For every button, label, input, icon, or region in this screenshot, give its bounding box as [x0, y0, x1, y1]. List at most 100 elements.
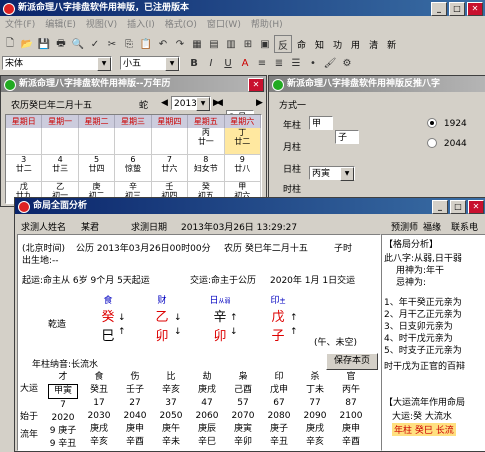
calendar-day-cell[interactable] [115, 128, 152, 155]
spellcheck-icon[interactable]: ✓ [87, 36, 103, 52]
liunian-cell: 庚午 [161, 424, 180, 434]
dayun-gz[interactable]: 辛亥 [156, 384, 186, 397]
year-1924-option[interactable]: 1924 [427, 118, 467, 129]
month-pillar-select[interactable]: 丙寅 ▼ [309, 166, 355, 181]
calendar-day-cell[interactable] [78, 128, 116, 155]
save-page-button[interactable]: 保存本页 [326, 353, 378, 370]
calendar-day-cell[interactable]: 5 廿四 [78, 155, 116, 182]
redo-icon[interactable]: ↷ [172, 36, 188, 52]
calendar-close-button[interactable]: ✕ [248, 78, 264, 92]
italic-button[interactable]: I [203, 55, 219, 71]
calendar-day-cell[interactable] [151, 128, 189, 155]
calendar-day-cell[interactable]: 8 妇女节 [188, 155, 225, 182]
tools-icon[interactable]: ⚙ [339, 55, 355, 71]
radio-1924[interactable] [427, 118, 437, 128]
toolbar-zhi[interactable]: 知 [311, 38, 328, 51]
dayun-gz[interactable]: 丙午 [336, 384, 366, 397]
menu-window[interactable]: 窗口(W) [202, 18, 246, 32]
bold-button[interactable]: B [186, 55, 202, 71]
radio-2044[interactable] [427, 138, 437, 148]
menu-format[interactable]: 格式(O) [160, 18, 202, 32]
dayun-gz[interactable]: 壬子 [120, 384, 150, 397]
prev-year-button[interactable]: ◀ [161, 98, 168, 108]
dayun-liunian-sub: 大运:癸 大流水 [392, 412, 452, 422]
chart-icon[interactable]: ▥ [223, 36, 239, 52]
analysis-close-button[interactable]: ✕ [468, 200, 484, 214]
next-month-button[interactable]: ▶ [256, 98, 263, 108]
dayun-gz[interactable]: 己酉 [228, 384, 258, 397]
align-right-icon[interactable]: ☰ [288, 55, 304, 71]
menu-file[interactable]: 文件(F) [0, 18, 40, 32]
paste-icon[interactable]: 📋 [138, 36, 154, 52]
calendar-day-cell[interactable]: 4 廿三 [42, 155, 79, 182]
dayun-gz[interactable]: 庚戌 [192, 384, 222, 397]
save-icon[interactable]: 💾 [36, 36, 52, 52]
dayun-gz[interactable]: 戊申 [264, 384, 294, 397]
main-title-bar[interactable]: 新派命理八字排盘软件用神版，已注册版本 _ □ ✕ [0, 0, 485, 16]
calendar-day-cell[interactable]: 3 廿二 [6, 155, 43, 182]
reverse-title-bar[interactable]: 新派命理八字排盘软件用神版反推八字 [269, 76, 485, 92]
calendar-day-cell[interactable]: 丙廿一 [188, 128, 225, 155]
calendar-icon[interactable]: ▤ [206, 36, 222, 52]
table-icon[interactable]: ▦ [189, 36, 205, 52]
calendar-day-cell[interactable] [42, 128, 79, 155]
year-select[interactable]: 2013 ▼ [171, 96, 211, 111]
prev-month-button[interactable]: ◀ [216, 98, 223, 108]
toolbar-ming[interactable]: 命 [293, 38, 310, 51]
tab-forecaster[interactable]: 预测师 [391, 220, 418, 233]
lunar-date: 农历 癸巳年二月十五 [224, 244, 308, 254]
dayun-age: 37 [165, 398, 177, 408]
toolbar-qing[interactable]: 清 [365, 38, 382, 51]
year-stem-select[interactable]: 甲 [309, 116, 333, 130]
dayun-year: 2070 [231, 411, 255, 421]
calendar-day-cell[interactable]: 9 廿八 [224, 155, 261, 182]
analysis-title-bar[interactable]: 命局全面分析 _ □ ✕ [15, 198, 485, 214]
reverse-icon[interactable]: 反 [274, 35, 292, 53]
analysis-maximize-button[interactable]: □ [450, 200, 466, 214]
print-preview-icon[interactable]: 🔍 [70, 36, 86, 52]
menu-edit[interactable]: 编辑(E) [40, 18, 81, 32]
underline-button[interactable]: U [220, 55, 236, 71]
tab-contact[interactable]: 联系电 [451, 220, 478, 233]
calendar-day-text: 廿六 [161, 164, 178, 173]
undo-icon[interactable]: ↶ [155, 36, 171, 52]
open-folder-icon[interactable]: 📂 [19, 36, 35, 52]
align-left-icon[interactable]: ≡ [254, 55, 270, 71]
tab-fuyuan[interactable]: 福缘 [423, 220, 441, 233]
menu-help[interactable]: 帮助(H) [246, 18, 288, 32]
calendar-day-cell[interactable]: 6 惊蛰 [115, 155, 152, 182]
year-branch-select[interactable]: 子 [335, 130, 359, 144]
window-icon[interactable]: ▣ [257, 36, 273, 52]
toolbar-xin[interactable]: 新 [383, 38, 400, 51]
calendar-day-cell[interactable]: 丁廿二 [224, 128, 261, 155]
menu-view[interactable]: 视图(V) [81, 18, 122, 32]
toolbar-yong[interactable]: 用 [347, 38, 364, 51]
align-center-icon[interactable]: ≣ [271, 55, 287, 71]
cut-icon[interactable]: ✂ [104, 36, 120, 52]
liunian-cell: 庚辰 [197, 424, 216, 434]
calendar-body: 丙廿一丁廿二 3 廿二 4 廿三 5 廿四 6 惊蛰 7 廿六 8 妇女节 9 廿八戊廿九乙初一庚初二辛初三… [6, 128, 261, 203]
menu-insert[interactable]: 插入(I) [122, 18, 160, 32]
grid-icon[interactable]: ⊞ [240, 36, 256, 52]
dayun-gz[interactable]: 甲寅 [48, 384, 78, 399]
print-icon[interactable]: 🖶 [53, 36, 69, 52]
calendar-day-cell[interactable]: 7 廿六 [151, 155, 189, 182]
new-file-icon[interactable]: 🗋 [2, 36, 18, 52]
font-size-select[interactable]: 小五 ▼ [120, 56, 180, 71]
copy-icon[interactable]: ⎘ [121, 36, 137, 52]
font-name-select[interactable]: 宋体 ▼ [2, 56, 112, 71]
dayun-gz[interactable]: 癸丑 [84, 384, 114, 397]
bullets-icon[interactable]: • [305, 55, 321, 71]
close-button[interactable]: ✕ [467, 2, 483, 16]
dayun-gz[interactable]: 丁未 [300, 384, 330, 397]
calendar-day-cell[interactable] [6, 128, 43, 155]
year-2044-option[interactable]: 2044 [427, 138, 467, 149]
font-color-button[interactable]: A [237, 55, 253, 71]
maximize-button[interactable]: □ [449, 2, 465, 16]
analysis-minimize-button[interactable]: _ [432, 200, 448, 214]
dayun-year: 2040 [123, 411, 147, 421]
calendar-title-bar[interactable]: 新派命理八字排盘软件用神版--万年历 ✕ [1, 76, 266, 92]
minimize-button[interactable]: _ [431, 2, 447, 16]
paint-icon[interactable]: 🖌 [322, 55, 338, 71]
toolbar-gong[interactable]: 功 [329, 38, 346, 51]
